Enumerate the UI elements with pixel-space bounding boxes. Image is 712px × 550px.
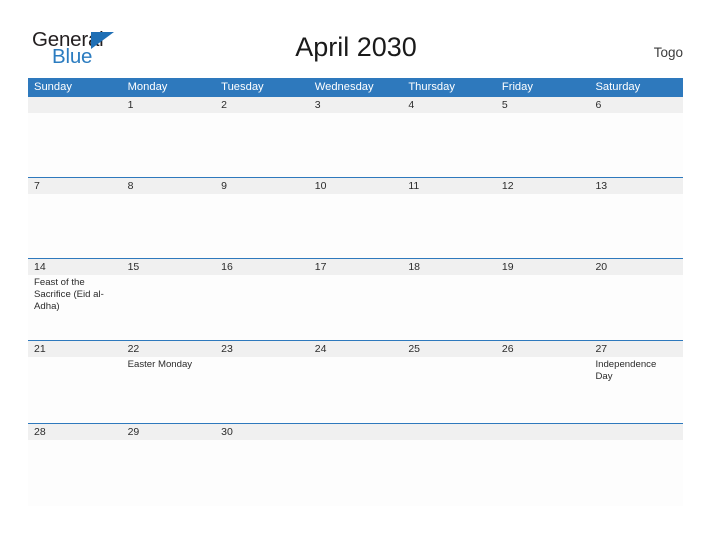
day-of-week-header: Sunday Monday Tuesday Wednesday Thursday… — [28, 78, 683, 96]
week-event-band — [28, 113, 683, 177]
country-label: Togo — [653, 45, 683, 60]
calendar-week-row: 7 8 9 10 11 12 13 — [28, 177, 683, 258]
day-event[interactable] — [215, 440, 309, 506]
day-event[interactable] — [309, 194, 403, 258]
day-number[interactable] — [589, 424, 683, 440]
day-event[interactable] — [28, 440, 122, 506]
calendar-page: General Blue April 2030 Togo Sunday Mond… — [0, 0, 712, 550]
day-event[interactable] — [215, 275, 309, 340]
day-number[interactable]: 10 — [309, 178, 403, 194]
dow-wednesday: Wednesday — [314, 81, 374, 93]
day-event[interactable] — [496, 440, 590, 506]
day-number[interactable]: 24 — [309, 341, 403, 357]
dow-friday: Friday — [501, 81, 533, 93]
day-event[interactable] — [402, 357, 496, 423]
week-number-band: 7 8 9 10 11 12 13 — [28, 178, 683, 194]
day-event[interactable] — [309, 275, 403, 340]
week-event-band — [28, 440, 683, 506]
day-number[interactable]: 14 — [28, 259, 122, 275]
day-number[interactable]: 2 — [215, 97, 309, 113]
calendar-grid: Sunday Monday Tuesday Wednesday Thursday… — [28, 78, 683, 506]
day-event[interactable]: Independence Day — [589, 357, 683, 423]
dow-thursday: Thursday — [408, 81, 455, 93]
day-event[interactable] — [28, 357, 122, 423]
week-number-band: 1 2 3 4 5 6 — [28, 97, 683, 113]
week-number-band: 14 15 16 17 18 19 20 — [28, 259, 683, 275]
day-event[interactable] — [496, 357, 590, 423]
day-number[interactable]: 5 — [496, 97, 590, 113]
day-number[interactable]: 8 — [122, 178, 216, 194]
day-event[interactable]: Feast of the Sacrifice (Eid al-Adha) — [28, 275, 122, 340]
day-event[interactable] — [309, 357, 403, 423]
day-number[interactable]: 21 — [28, 341, 122, 357]
day-number[interactable]: 28 — [28, 424, 122, 440]
week-number-band: 21 22 23 24 25 26 27 — [28, 341, 683, 357]
day-event[interactable] — [496, 113, 590, 177]
day-event[interactable] — [589, 113, 683, 177]
day-number[interactable]: 12 — [496, 178, 590, 194]
calendar-week-row: 21 22 23 24 25 26 27 Easter Monday Indep… — [28, 340, 683, 423]
day-event[interactable] — [402, 113, 496, 177]
day-number[interactable]: 13 — [589, 178, 683, 194]
day-number[interactable]: 18 — [402, 259, 496, 275]
day-number[interactable]: 7 — [28, 178, 122, 194]
day-number[interactable]: 20 — [589, 259, 683, 275]
day-event[interactable] — [122, 194, 216, 258]
dow-sunday: Sunday — [34, 81, 72, 93]
dow-monday: Monday — [127, 81, 168, 93]
day-number[interactable]: 4 — [402, 97, 496, 113]
page-header: General Blue April 2030 Togo — [0, 0, 712, 76]
week-number-band: 28 29 30 — [28, 424, 683, 440]
day-event[interactable] — [309, 440, 403, 506]
day-number[interactable] — [309, 424, 403, 440]
page-title: April 2030 — [295, 32, 417, 62]
day-event[interactable] — [402, 194, 496, 258]
calendar-week-row: 28 29 30 — [28, 423, 683, 506]
day-number[interactable] — [496, 424, 590, 440]
day-number[interactable]: 29 — [122, 424, 216, 440]
day-event[interactable] — [215, 357, 309, 423]
day-number[interactable]: 9 — [215, 178, 309, 194]
week-event-band: Feast of the Sacrifice (Eid al-Adha) — [28, 275, 683, 340]
day-event[interactable] — [589, 440, 683, 506]
week-event-band — [28, 194, 683, 258]
day-event[interactable] — [402, 440, 496, 506]
day-number[interactable]: 15 — [122, 259, 216, 275]
day-event[interactable] — [215, 113, 309, 177]
day-event[interactable] — [589, 194, 683, 258]
day-number[interactable]: 6 — [589, 97, 683, 113]
day-event[interactable] — [122, 113, 216, 177]
day-number[interactable]: 27 — [589, 341, 683, 357]
day-number[interactable]: 26 — [496, 341, 590, 357]
day-number[interactable] — [402, 424, 496, 440]
day-number[interactable]: 1 — [122, 97, 216, 113]
day-event[interactable] — [309, 113, 403, 177]
day-number[interactable]: 23 — [215, 341, 309, 357]
day-event[interactable] — [122, 440, 216, 506]
day-event[interactable] — [28, 194, 122, 258]
day-event[interactable] — [496, 275, 590, 340]
day-number[interactable]: 25 — [402, 341, 496, 357]
calendar-week-row: 14 15 16 17 18 19 20 Feast of the Sacrif… — [28, 258, 683, 340]
day-number[interactable]: 22 — [122, 341, 216, 357]
day-number[interactable]: 11 — [402, 178, 496, 194]
dow-saturday: Saturday — [595, 81, 641, 93]
day-number[interactable]: 30 — [215, 424, 309, 440]
day-event[interactable] — [28, 113, 122, 177]
day-event[interactable] — [496, 194, 590, 258]
week-event-band: Easter Monday Independence Day — [28, 357, 683, 423]
day-event[interactable] — [402, 275, 496, 340]
day-number[interactable]: 3 — [309, 97, 403, 113]
day-number[interactable]: 16 — [215, 259, 309, 275]
dow-tuesday: Tuesday — [221, 81, 264, 93]
day-number[interactable] — [28, 97, 122, 113]
day-event[interactable]: Easter Monday — [122, 357, 216, 423]
day-number[interactable]: 17 — [309, 259, 403, 275]
calendar-week-row: 1 2 3 4 5 6 — [28, 96, 683, 177]
day-number[interactable]: 19 — [496, 259, 590, 275]
day-event[interactable] — [122, 275, 216, 340]
day-event[interactable] — [215, 194, 309, 258]
day-event[interactable] — [589, 275, 683, 340]
